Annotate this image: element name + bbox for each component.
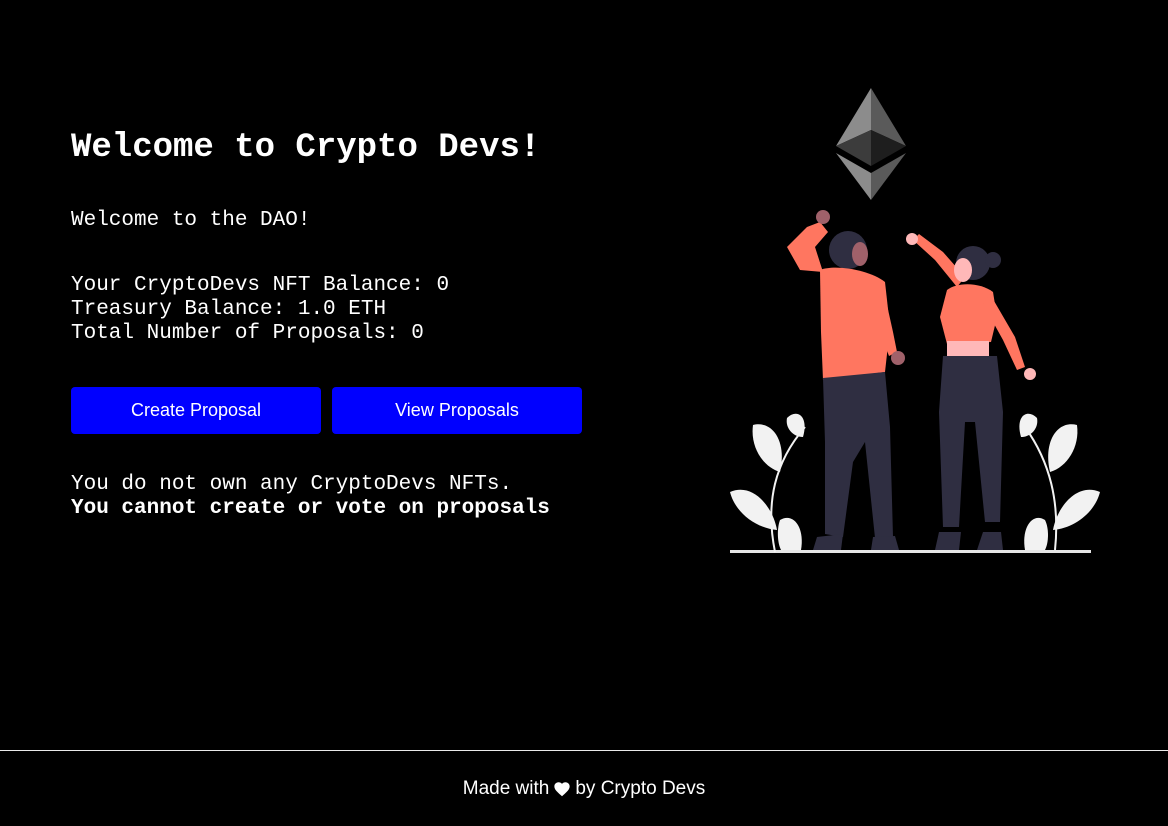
right-plant-icon: [1019, 413, 1100, 551]
main-area: Welcome to Crypto Devs! Welcome to the D…: [0, 0, 1168, 750]
ownership-notice: You do not own any CryptoDevs NFTs. You …: [71, 473, 550, 521]
page-title: Welcome to Crypto Devs!: [71, 129, 541, 167]
stats-block: Your CryptoDevs NFT Balance: 0 Treasury …: [71, 274, 449, 346]
man-figure-icon: [787, 210, 905, 550]
treasury-balance-text: Treasury Balance: 1.0 ETH: [71, 298, 387, 321]
create-proposal-button[interactable]: Create Proposal: [71, 387, 321, 434]
nft-balance-text: Your CryptoDevs NFT Balance: 0: [71, 274, 450, 297]
total-proposals-text: Total Number of Proposals: 0: [71, 322, 424, 345]
dao-illustration: [730, 88, 1100, 553]
welcome-text: Welcome to the DAO!: [71, 209, 311, 232]
ground-line: [730, 550, 1091, 553]
woman-figure-icon: [906, 233, 1036, 550]
ethereum-logo-icon: [836, 88, 906, 200]
left-plant-icon: [730, 413, 806, 553]
notice-warning: You cannot create or vote on proposals: [71, 497, 550, 520]
heart-icon: [554, 781, 570, 796]
view-proposals-button[interactable]: View Proposals: [332, 387, 582, 434]
footer: Made with by Crypto Devs: [0, 750, 1168, 826]
footer-suffix: by Crypto Devs: [575, 777, 706, 799]
action-buttons: Create Proposal View Proposals: [71, 387, 582, 434]
notice-line: You do not own any CryptoDevs NFTs.: [71, 473, 513, 496]
footer-prefix: Made with: [462, 777, 550, 799]
